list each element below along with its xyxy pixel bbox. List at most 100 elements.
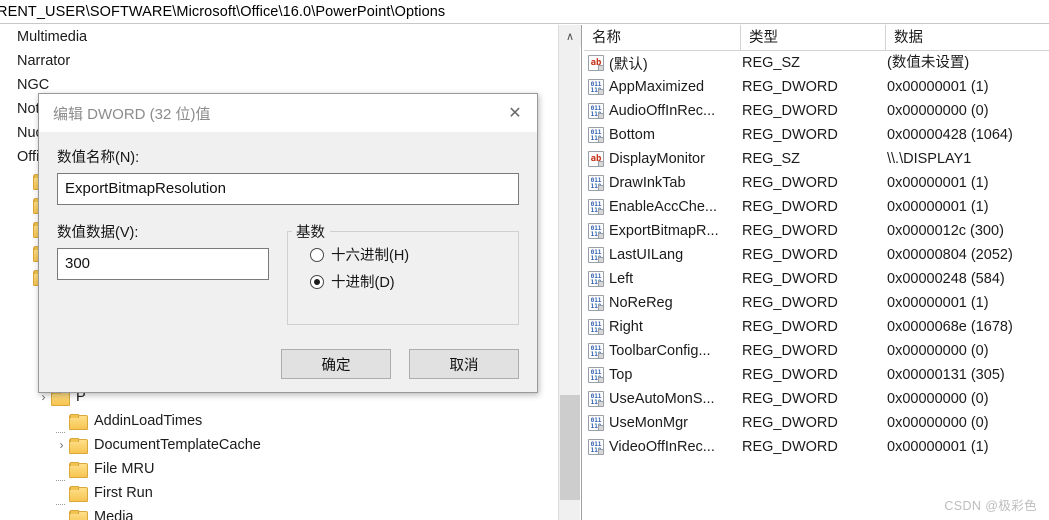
reg-sz-icon: ab	[588, 151, 604, 167]
column-header-type[interactable]: 类型	[740, 25, 885, 51]
chevron-right-icon[interactable]: ›	[54, 439, 69, 451]
tree-item[interactable]: Media	[0, 505, 556, 520]
value-name: DrawInkTab	[609, 175, 686, 191]
value-type: REG_DWORD	[742, 223, 838, 239]
value-type: REG_DWORD	[742, 199, 838, 215]
tree-item[interactable]: File MRU	[0, 457, 556, 481]
radio-hexadecimal[interactable]: 十六进制(H)	[310, 244, 518, 265]
value-name: AudioOffInRec...	[609, 103, 716, 119]
value-type: REG_DWORD	[742, 271, 838, 287]
table-row[interactable]: 011 110 AppMaximized REG_DWORD 0x00000001 (1…	[584, 75, 1049, 99]
tree-item-label: Media	[94, 508, 134, 520]
tree-item[interactable]: Multimedia	[0, 25, 556, 49]
close-icon[interactable]: ✕	[493, 95, 537, 132]
value-data: 0x0000068e (1678)	[887, 319, 1013, 335]
value-data-input[interactable]: 300	[57, 248, 269, 280]
tree-item[interactable]: AddinLoadTimes	[0, 409, 556, 433]
folder-icon	[69, 510, 88, 520]
dialog-title-bar[interactable]: 编辑 DWORD (32 位)值 ✕	[39, 94, 537, 132]
value-name: UseMonMgr	[609, 415, 688, 431]
table-row[interactable]: 011 110 UseMonMgr REG_DWORD 0x00000000 (0)	[584, 411, 1049, 435]
cancel-button[interactable]: 取消	[409, 349, 519, 379]
table-row[interactable]: 011 110 Bottom REG_DWORD 0x00000428 (1064)	[584, 123, 1049, 147]
value-name: Bottom	[609, 127, 655, 143]
cell-name: 011 110 UseMonMgr	[588, 411, 740, 435]
cell-name: 011 110 Left	[588, 267, 740, 291]
folder-icon	[69, 438, 88, 454]
value-type: REG_DWORD	[742, 415, 838, 431]
cell-name: 011 110 VideoOffInRec...	[588, 435, 740, 459]
value-name: LastUILang	[609, 247, 684, 263]
value-data-label: 数值数据(V):	[57, 225, 139, 241]
tree-item[interactable]: Narrator	[0, 49, 556, 73]
table-row[interactable]: 011 110 AudioOffInRec... REG_DWORD 0x0000000…	[584, 99, 1049, 123]
value-name-label: 数值名称(N):	[57, 150, 140, 166]
tree-item[interactable]: First Run	[0, 481, 556, 505]
table-row[interactable]: 011 110 ToolbarConfig... REG_DWORD 0x0000000…	[584, 339, 1049, 363]
cell-name: 011 110 UseAutoMonS...	[588, 387, 740, 411]
value-data: 0x00000001 (1)	[887, 175, 989, 191]
table-row[interactable]: 011 110 NoReReg REG_DWORD 0x00000001 (1)	[584, 291, 1049, 315]
reg-dword-icon: 011 110	[588, 415, 604, 431]
value-name: Top	[609, 367, 633, 383]
tree-item-label: Narrator	[17, 52, 71, 69]
reg-dword-icon: 011 110	[588, 199, 604, 215]
radio-hexadecimal-label: 十六进制(H)	[331, 248, 410, 264]
table-row[interactable]: 011 110 LastUILang REG_DWORD 0x00000804 (205…	[584, 243, 1049, 267]
tree-item-label: NGC	[17, 76, 50, 93]
cell-name: 011 110 Right	[588, 315, 740, 339]
reg-sz-icon: ab	[588, 55, 604, 71]
table-row[interactable]: 011 110 Top REG_DWORD 0x00000131 (305)	[584, 363, 1049, 387]
edit-dword-dialog: 编辑 DWORD (32 位)值 ✕ 数值名称(N): ExportBitmap…	[38, 93, 538, 393]
tree-vertical-scrollbar[interactable]: ∧	[558, 25, 581, 520]
value-type: REG_DWORD	[742, 319, 838, 335]
scroll-up-arrow-icon[interactable]: ∧	[559, 25, 581, 47]
value-data: 0x00000001 (1)	[887, 439, 989, 455]
table-row[interactable]: ab (默认) REG_SZ (数值未设置)	[584, 51, 1049, 75]
value-name-input[interactable]: ExportBitmapResolution	[57, 173, 519, 205]
radio-decimal-label: 十进制(D)	[331, 275, 395, 291]
value-data: 0x00000000 (0)	[887, 415, 989, 431]
column-header-data[interactable]: 数据	[885, 25, 1049, 51]
ok-button[interactable]: 确定	[281, 349, 391, 379]
value-type: REG_SZ	[742, 55, 801, 71]
table-row[interactable]: 011 110 Left REG_DWORD 0x00000248 (584)	[584, 267, 1049, 291]
address-bar[interactable]: RENT_USER\SOFTWARE\Microsoft\Office\16.0…	[0, 0, 1049, 24]
watermark: CSDN @极彩色	[944, 499, 1037, 513]
base-group-wrapper: 基数 十六进制(H) 十进制(D)	[287, 221, 519, 325]
cell-name: 011 110 ToolbarConfig...	[588, 339, 740, 363]
column-header-name[interactable]: 名称	[584, 25, 740, 51]
dialog-middle-row: 数值数据(V): 300 基数 十六进制(H) 十进制(D)	[57, 221, 519, 325]
cell-name: ab (默认)	[588, 51, 740, 75]
value-name: (默认)	[609, 56, 648, 73]
table-row[interactable]: 011 110 VideoOffInRec... REG_DWORD 0x0000000…	[584, 435, 1049, 459]
scrollbar-thumb[interactable]	[560, 395, 580, 500]
tree-item-label: Multimedia	[17, 28, 88, 45]
table-row[interactable]: 011 110 DrawInkTab REG_DWORD 0x00000001 (1)	[584, 171, 1049, 195]
reg-dword-icon: 011 110	[588, 319, 604, 335]
reg-dword-icon: 011 110	[588, 103, 604, 119]
value-name: ExportBitmapR...	[609, 223, 719, 239]
value-type: REG_DWORD	[742, 175, 838, 191]
value-data: 0x00000000 (0)	[887, 343, 989, 359]
dialog-title: 编辑 DWORD (32 位)值	[53, 105, 211, 123]
panel-splitter[interactable]	[581, 25, 583, 520]
tree-item[interactable]: › DocumentTemplateCache	[0, 433, 556, 457]
dialog-button-row: 确定 取消	[39, 349, 537, 379]
table-row[interactable]: ab DisplayMonitor REG_SZ \\.\DISPLAY1	[584, 147, 1049, 171]
radio-decimal-indicator[interactable]	[310, 274, 324, 289]
table-row[interactable]: 011 110 EnableAccChe... REG_DWORD 0x00000001…	[584, 195, 1049, 219]
value-type: REG_DWORD	[742, 367, 838, 383]
reg-dword-icon: 011 110	[588, 295, 604, 311]
tree-item-label: DocumentTemplateCache	[94, 436, 261, 453]
cell-name: 011 110 LastUILang	[588, 243, 740, 267]
table-row[interactable]: 011 110 Right REG_DWORD 0x0000068e (1678)	[584, 315, 1049, 339]
table-row[interactable]: 011 110 ExportBitmapR... REG_DWORD 0x0000012…	[584, 219, 1049, 243]
tree-item-label: File MRU	[94, 460, 155, 477]
radio-decimal[interactable]: 十进制(D)	[310, 271, 518, 292]
value-data: 0x00000001 (1)	[887, 199, 989, 215]
registry-values-list[interactable]: 名称 类型 数据 ab (默认) REG_SZ (数值未设置) 011 110 AppMax…	[584, 25, 1049, 520]
radio-hexadecimal-indicator[interactable]	[310, 247, 324, 262]
value-data: 0x00000804 (2052)	[887, 247, 1013, 263]
table-row[interactable]: 011 110 UseAutoMonS... REG_DWORD 0x00000000 …	[584, 387, 1049, 411]
